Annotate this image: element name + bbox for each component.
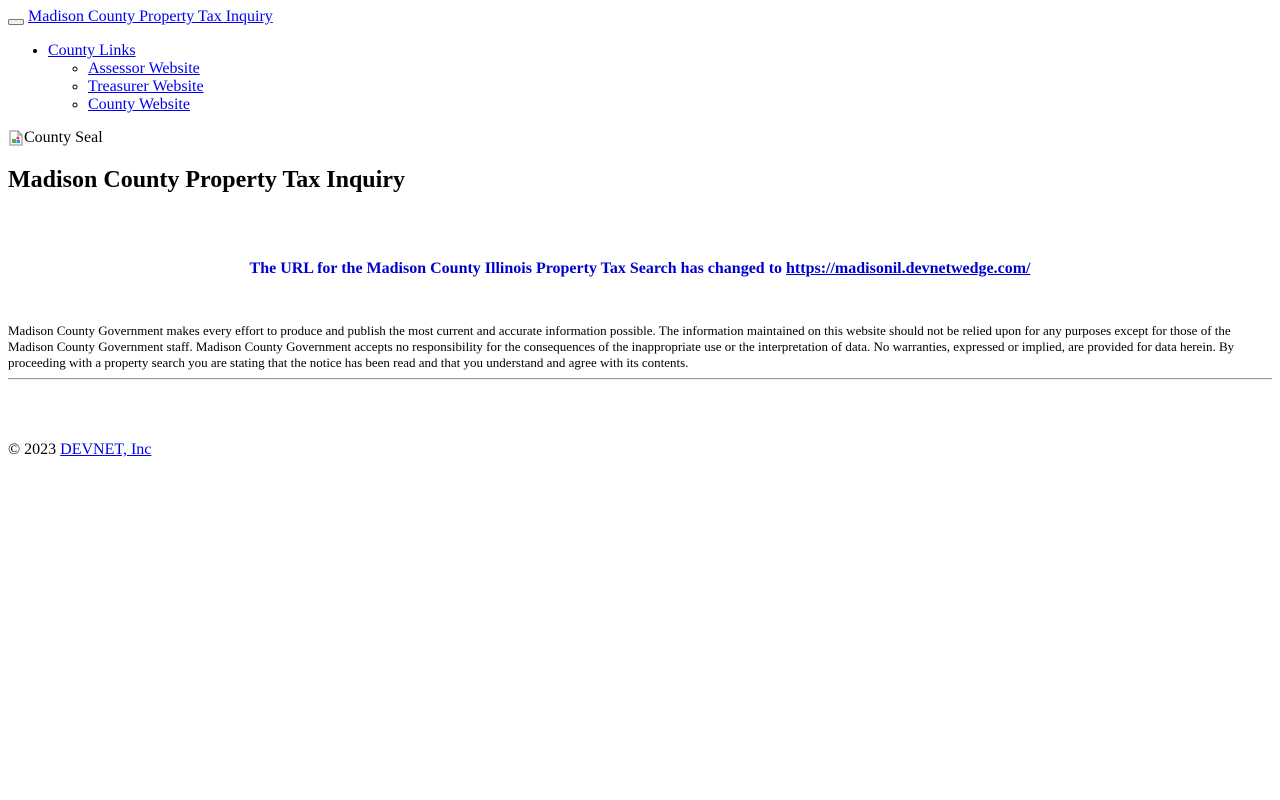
devnet-link[interactable]: DEVNET, Inc xyxy=(60,441,151,458)
url-change-notice: The URL for the Madison County Illinois … xyxy=(8,259,1272,279)
assessor-website-link[interactable]: Assessor Website xyxy=(88,60,200,77)
top-navbar: Madison County Property Tax Inquiry xyxy=(8,8,1272,28)
page: Madison County Property Tax Inquiry Coun… xyxy=(0,0,1280,460)
treasurer-website-link[interactable]: Treasurer Website xyxy=(88,78,204,95)
navbar-toggle-button[interactable] xyxy=(8,19,24,25)
county-links-link[interactable]: County Links xyxy=(48,42,136,59)
county-website-link[interactable]: County Website xyxy=(88,96,190,113)
county-seal-image: County Seal xyxy=(8,128,1272,148)
submenu-item-assessor: Assessor Website xyxy=(88,60,1272,78)
broken-image-icon xyxy=(8,130,24,146)
submenu-item-treasurer: Treasurer Website xyxy=(88,78,1272,96)
notice-text: The URL for the Madison County Illinois … xyxy=(249,260,787,277)
disclaimer-text: Madison County Government makes every ef… xyxy=(8,323,1235,370)
nav-item-county-links: County Links Assessor Website Treasurer … xyxy=(48,42,1272,114)
county-links-submenu: Assessor Website Treasurer Website Count… xyxy=(48,60,1272,114)
submenu-item-county: County Website xyxy=(88,96,1272,114)
page-title: Madison County Property Tax Inquiry xyxy=(8,167,405,193)
footer: © 2023 DEVNET, Inc xyxy=(8,440,1272,460)
nav-list: County Links Assessor Website Treasurer … xyxy=(8,42,1272,114)
copyright-text: © 2023 xyxy=(8,441,61,458)
new-url-link[interactable]: https://madisonil.devnetwedge.com/ xyxy=(786,260,1030,277)
brand-link[interactable]: Madison County Property Tax Inquiry xyxy=(28,8,273,26)
county-seal-alt-text: County Seal xyxy=(24,129,103,146)
divider xyxy=(8,378,1272,380)
